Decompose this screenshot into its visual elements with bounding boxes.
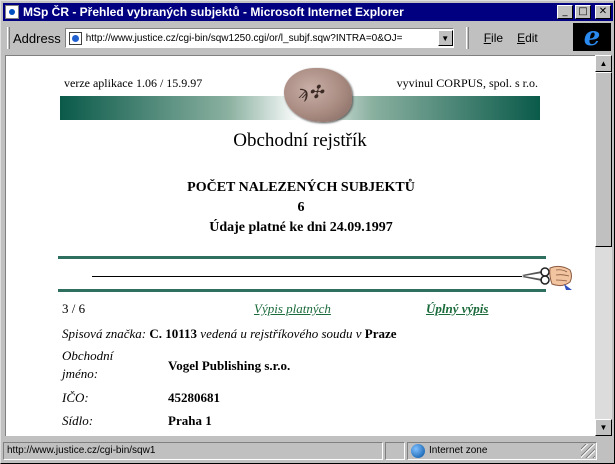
menu-file[interactable]: File bbox=[482, 31, 505, 45]
link-valid-records[interactable]: Výpis platných bbox=[254, 301, 331, 317]
company-name-label-line1: Obchodní bbox=[62, 348, 114, 363]
window-title: MSp ČR - Přehled vybraných subjektů - Mi… bbox=[23, 5, 404, 19]
company-name-value: Vogel Publishing s.r.o. bbox=[168, 358, 291, 373]
menu-file-accel: F bbox=[483, 31, 492, 45]
registry-banner: verze aplikace 1.06 / 15.9.97 vyvinul CO… bbox=[60, 68, 540, 163]
address-toolbar: Address http://www.justice.cz/cgi-bin/sq… bbox=[3, 23, 613, 53]
record-position: 3 / 6 bbox=[62, 301, 86, 316]
menu-grip[interactable] bbox=[465, 27, 469, 49]
divider-top bbox=[58, 256, 546, 259]
resize-grip[interactable] bbox=[581, 443, 595, 458]
status-zone: Internet zone bbox=[407, 441, 597, 460]
menu-edit-label: dit bbox=[525, 31, 538, 45]
app-icon[interactable] bbox=[5, 5, 19, 19]
menu-edit[interactable]: Edit bbox=[515, 31, 540, 45]
toolbar-grip[interactable] bbox=[7, 27, 10, 49]
cut-line bbox=[92, 276, 522, 277]
results-count: 6 bbox=[297, 200, 305, 215]
close-button[interactable]: ✕ bbox=[595, 5, 611, 19]
address-url[interactable]: http://www.justice.cz/cgi-bin/sqw1250.cg… bbox=[86, 33, 438, 44]
scroll-up-button[interactable]: ▲ bbox=[595, 55, 612, 72]
stone-glyph-icon: ϡ✣ bbox=[298, 82, 324, 103]
file-number-row: Spisová značka: C. 10113 vedená u rejstř… bbox=[62, 326, 397, 342]
developer-credit: vyvinul CORPUS, spol. s r.o. bbox=[396, 76, 538, 90]
ico-value: 45280681 bbox=[168, 390, 220, 405]
status-panel-empty bbox=[385, 441, 405, 460]
globe-icon bbox=[411, 443, 425, 458]
divider-bottom bbox=[58, 289, 546, 292]
scissors-hand-icon bbox=[522, 265, 572, 290]
address-input[interactable]: http://www.justice.cz/cgi-bin/sqw1250.cg… bbox=[64, 28, 454, 48]
status-url: http://www.justice.cz/cgi-bin/sqw1 bbox=[3, 441, 383, 460]
file-number-value: C. 10113 bbox=[149, 326, 198, 341]
zone-label: Internet zone bbox=[429, 445, 488, 456]
page-content: verze aplikace 1.06 / 15.9.97 vyvinul CO… bbox=[5, 55, 595, 436]
seat-value: Praha 1 bbox=[168, 413, 212, 428]
scroll-thumb[interactable] bbox=[595, 72, 612, 247]
ico-label: IČO: bbox=[62, 390, 89, 405]
company-name-label-line2: jméno: bbox=[62, 366, 99, 381]
seat-label: Sídlo: bbox=[62, 413, 94, 428]
maximize-button[interactable]: □ bbox=[575, 5, 591, 19]
results-heading: POČET NALEZENÝCH SUBJEKTŮ bbox=[187, 180, 415, 195]
minimize-button[interactable]: _ bbox=[557, 5, 573, 19]
address-label: Address bbox=[13, 30, 61, 46]
link-full-record[interactable]: Úplný výpis bbox=[426, 301, 488, 317]
scroll-down-button[interactable]: ▼ bbox=[595, 419, 612, 436]
app-version: verze aplikace 1.06 / 15.9.97 bbox=[64, 76, 203, 90]
title-bar[interactable]: MSp ČR - Přehled vybraných subjektů - Mi… bbox=[3, 3, 613, 21]
file-court-text: vedená u rejstříkového soudu v bbox=[200, 326, 362, 341]
menu-file-label: ile bbox=[491, 31, 504, 45]
address-dropdown-button[interactable]: ▼ bbox=[437, 30, 453, 46]
ie-logo: e bbox=[573, 23, 611, 51]
vertical-scrollbar[interactable]: ▲ ▼ bbox=[595, 55, 612, 436]
file-number-label: Spisová značka: bbox=[62, 326, 147, 341]
company-name-label: Obchodní jméno: bbox=[62, 348, 172, 382]
menu-edit-accel: E bbox=[517, 31, 526, 45]
browser-window: MSp ČR - Přehled vybraných subjektů - Mi… bbox=[0, 0, 615, 464]
menu-bar: File Edit bbox=[462, 27, 540, 49]
page-icon bbox=[68, 31, 82, 45]
valid-date: Údaje platné ke dni 24.09.1997 bbox=[209, 220, 393, 235]
ie-logo-icon: e bbox=[583, 22, 601, 52]
court-name: Praze bbox=[364, 326, 397, 341]
registry-name: Obchodní rejstřík bbox=[233, 130, 367, 151]
status-bar: http://www.justice.cz/cgi-bin/sqw1 Inter… bbox=[3, 440, 613, 461]
